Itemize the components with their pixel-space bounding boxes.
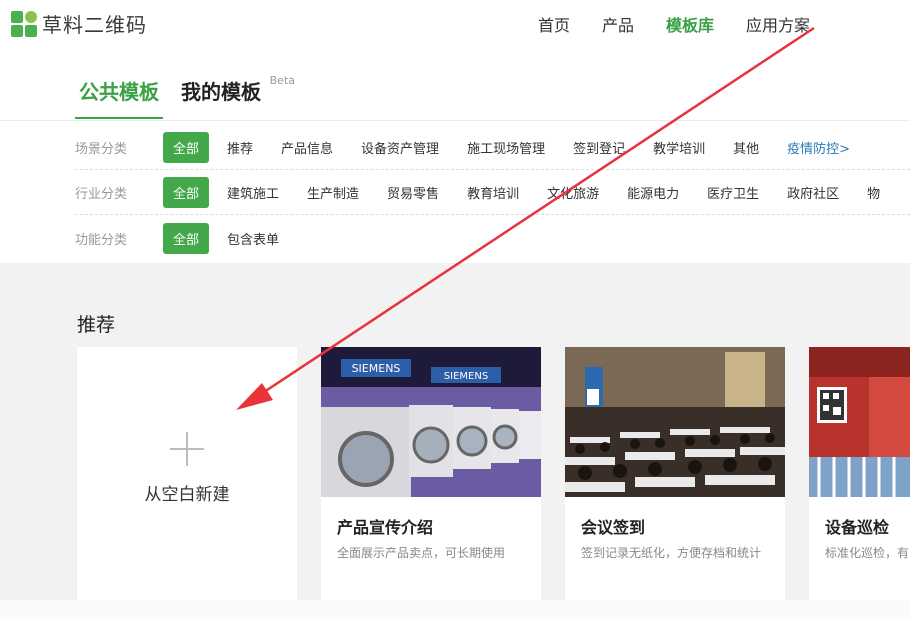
template-tabs: 公共模板 我的模板 Beta (75, 74, 295, 119)
beta-badge: Beta (269, 74, 295, 87)
bottom-strip (0, 600, 910, 619)
card-title: 产品宣传介绍 (337, 518, 434, 537)
industry-chip-government[interactable]: 政府社区 (787, 183, 839, 202)
industry-filter-row: 行业分类 全部 建筑施工 生产制造 贸易零售 教育培训 文化旅游 能源电力 医疗… (75, 171, 910, 215)
card-description: 全面展示产品卖点，可长期使用 (337, 546, 506, 560)
nav-products[interactable]: 产品 (602, 12, 634, 36)
tab-public-templates[interactable]: 公共模板 (75, 76, 163, 119)
scene-chip-asset-mgmt[interactable]: 设备资产管理 (361, 138, 439, 157)
function-filter-row: 功能分类 全部 包含表单 (75, 216, 910, 260)
create-blank-card[interactable]: 从空白新建 (77, 347, 297, 600)
main-nav: 首页 产品 模板库 应用方案 (538, 12, 842, 36)
industry-chip-education[interactable]: 教育培训 (467, 183, 519, 202)
qr-logo-icon (11, 10, 37, 37)
nav-solutions[interactable]: 应用方案 (746, 12, 810, 36)
filter-label-function: 功能分类 (75, 232, 128, 248)
template-card-equipment-inspection[interactable]: 设备巡检 标准化巡检，有 (809, 347, 910, 600)
industry-chip-construction[interactable]: 建筑施工 (227, 183, 279, 202)
scene-chip-epidemic-link[interactable]: 疫情防控> (787, 138, 850, 157)
equipment-image (809, 347, 910, 497)
plus-icon (170, 432, 204, 466)
logo-text: 草料二维码 (42, 13, 147, 37)
template-card-meeting-checkin[interactable]: 会议签到 签到记录无纸化，方便存档和统计 (565, 347, 785, 600)
create-blank-label: 从空白新建 (144, 485, 230, 505)
tab-my-templates[interactable]: 我的模板 Beta (177, 74, 295, 119)
industry-chip-energy[interactable]: 能源电力 (627, 183, 679, 202)
function-chip-all[interactable]: 全部 (163, 222, 210, 254)
card-description: 标准化巡检，有 (825, 546, 910, 560)
industry-chip-all[interactable]: 全部 (163, 177, 210, 208)
scene-chip-construction-site[interactable]: 施工现场管理 (467, 138, 545, 157)
industry-chip-manufacturing[interactable]: 生产制造 (307, 183, 359, 202)
washing-machines-image: SIEMENS SIEMENS (321, 347, 541, 497)
industry-chip-tourism[interactable]: 文化旅游 (547, 183, 599, 202)
scene-chip-product-info[interactable]: 产品信息 (281, 138, 333, 157)
nav-home[interactable]: 首页 (538, 12, 570, 36)
scene-chip-check-in[interactable]: 签到登记 (573, 138, 625, 157)
top-header: 草料二维码 首页 产品 模板库 应用方案 (0, 0, 910, 46)
function-chip-forms[interactable]: 包含表单 (227, 229, 279, 248)
industry-chip-retail[interactable]: 贸易零售 (387, 183, 439, 202)
tab-divider (0, 120, 910, 121)
filter-label-scene: 场景分类 (75, 142, 128, 157)
nav-templates[interactable]: 模板库 (666, 12, 714, 36)
svg-text:SIEMENS: SIEMENS (352, 362, 401, 375)
conference-image (565, 347, 785, 497)
scene-filter-row: 场景分类 全部 推荐 产品信息 设备资产管理 施工现场管理 签到登记 教学培训 … (75, 126, 910, 170)
scene-chip-recommended[interactable]: 推荐 (227, 138, 253, 157)
template-card-product-intro[interactable]: SIEMENS SIEMENS 产品宣传介绍 全面展示产品卖点，可长期使用 (321, 347, 541, 600)
scene-chip-training[interactable]: 教学培训 (653, 138, 705, 157)
svg-text:SIEMENS: SIEMENS (444, 371, 488, 382)
scene-chip-all[interactable]: 全部 (163, 132, 210, 163)
scene-chip-other[interactable]: 其他 (733, 138, 759, 157)
filter-label-industry: 行业分类 (75, 187, 128, 202)
industry-chip-healthcare[interactable]: 医疗卫生 (707, 183, 759, 202)
section-title-recommended: 推荐 (77, 314, 116, 336)
card-description: 签到记录无纸化，方便存档和统计 (581, 546, 762, 560)
logo[interactable]: 草料二维码 (11, 9, 147, 38)
card-title: 设备巡检 (825, 518, 890, 537)
industry-chip-logistics[interactable]: 物 (867, 183, 880, 202)
card-title: 会议签到 (581, 518, 646, 537)
